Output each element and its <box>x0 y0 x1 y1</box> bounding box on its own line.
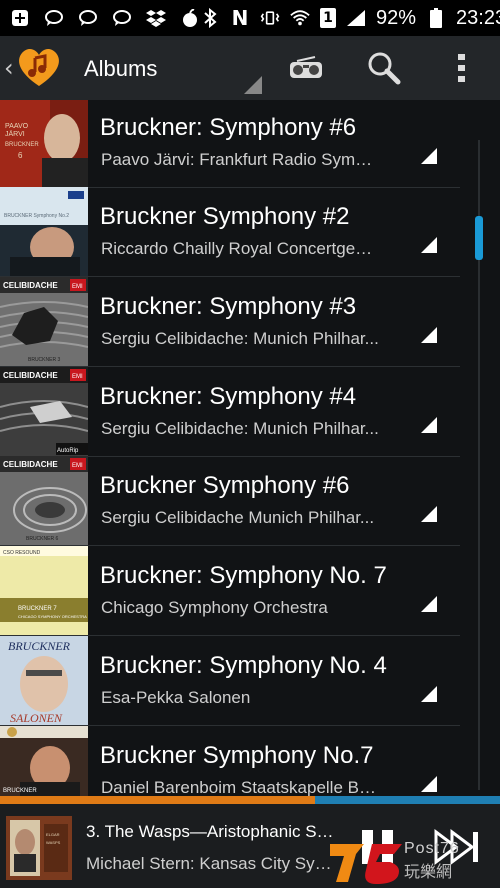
album-menu-indicator-icon[interactable] <box>421 237 437 253</box>
chat-bubble-icon <box>78 8 98 28</box>
album-row[interactable]: BRUCKNER SYMPHONY NO.7 DANIEL Bruckner S… <box>0 726 460 796</box>
album-menu-indicator-icon[interactable] <box>421 417 437 433</box>
playback-progress-fill <box>0 796 315 804</box>
album-cover: BRUCKNER SALONEN <box>0 636 88 725</box>
album-artist: Daniel Barenboim Staatskapelle Be... <box>101 778 381 796</box>
radio-icon[interactable] <box>286 48 326 88</box>
album-cover: PAAVO JÄRVI BRUCKNER 6 <box>0 100 88 187</box>
svg-text:BRUCKNER: BRUCKNER <box>3 788 37 794</box>
watermark-site-name: Post76 <box>404 840 460 857</box>
status-bar: N 1 92% 23:23 <box>0 0 500 36</box>
album-row[interactable]: BRUCKNER Symphony No.2 Bruckner Symphony… <box>0 187 460 277</box>
svg-text:AutoRip: AutoRip <box>57 448 79 454</box>
svg-text:BRUCKNER 6: BRUCKNER 6 <box>26 536 58 542</box>
album-row[interactable]: CELIBIDACHE EMI AutoRip Bruckner: Sympho… <box>0 367 460 457</box>
svg-text:WASPS: WASPS <box>46 840 61 845</box>
album-menu-indicator-icon[interactable] <box>421 506 437 522</box>
album-row[interactable]: CSO RESOUND BRUCKNER 7 CHICAGO SYMPHONY … <box>0 546 460 636</box>
add-box-icon <box>10 8 30 28</box>
chat-bubble-icon <box>112 8 132 28</box>
playback-progress-bar[interactable] <box>0 796 500 804</box>
album-menu-indicator-icon[interactable] <box>421 148 437 164</box>
album-row[interactable]: BRUCKNER SALONEN Bruckner: Symphony No. … <box>0 636 460 726</box>
bluetooth-icon <box>200 8 220 28</box>
sim-1-icon: 1 <box>320 8 336 28</box>
search-icon[interactable] <box>364 48 404 88</box>
album-row[interactable]: PAAVO JÄRVI BRUCKNER 6 Bruckner: Symphon… <box>0 100 460 188</box>
album-title: Bruckner: Symphony #4 <box>100 383 357 410</box>
now-playing-artist[interactable]: Michael Stern: Kansas City Sym... <box>86 854 336 874</box>
album-title: Bruckner Symphony #6 <box>100 472 350 499</box>
apple-icon <box>180 8 200 28</box>
action-bar: ‹ Albums <box>0 36 500 100</box>
svg-text:SALONEN: SALONEN <box>10 711 63 725</box>
battery-icon <box>426 8 446 28</box>
clock: 23:23 <box>456 6 500 29</box>
svg-text:CELIBIDACHE: CELIBIDACHE <box>3 281 58 290</box>
svg-text:BRUCKNER Symphony No.2: BRUCKNER Symphony No.2 <box>4 213 69 219</box>
spinner-indicator-icon[interactable] <box>244 76 262 99</box>
sim-label: 1 <box>323 10 333 26</box>
svg-text:BRUCKNER: BRUCKNER <box>5 142 39 148</box>
album-list[interactable]: PAAVO JÄRVI BRUCKNER 6 Bruckner: Symphon… <box>0 100 500 796</box>
album-artist: Paavo Järvi: Frankfurt Radio Symph... <box>101 150 381 169</box>
album-cover: CELIBIDACHE EMI AutoRip <box>0 367 88 456</box>
notification-icons <box>10 8 200 28</box>
svg-text:BRUCKNER 7: BRUCKNER 7 <box>18 606 57 612</box>
album-menu-indicator-icon[interactable] <box>421 596 437 612</box>
svg-text:CSO RESOUND: CSO RESOUND <box>3 550 41 556</box>
album-title: Bruckner: Symphony No. 4 <box>100 652 387 679</box>
album-row[interactable]: CELIBIDACHE EMI BRUCKNER 6 Bruckner Symp… <box>0 456 460 546</box>
album-cover: CSO RESOUND BRUCKNER 7 CHICAGO SYMPHONY … <box>0 546 88 635</box>
page-title[interactable]: Albums <box>84 56 157 82</box>
album-title: Bruckner Symphony No.7 <box>100 742 374 769</box>
svg-text:JÄRVI: JÄRVI <box>5 130 25 138</box>
album-artist: Sergiu Celibidache: Munich Philhar... <box>101 419 379 438</box>
svg-text:CHICAGO SYMPHONY ORCHESTRA: CHICAGO SYMPHONY ORCHESTRA <box>18 614 87 619</box>
now-playing-title[interactable]: 3. The Wasps—Aristophanic Sui... <box>86 822 336 842</box>
svg-text:6: 6 <box>18 151 23 160</box>
album-menu-indicator-icon[interactable] <box>421 686 437 702</box>
scrollbar-thumb[interactable] <box>475 216 483 260</box>
overflow-menu-icon[interactable] <box>442 48 482 88</box>
watermark-cjk: 玩樂網 <box>404 862 453 881</box>
album-title: Bruckner: Symphony #3 <box>100 293 357 320</box>
album-cover: CELIBIDACHE EMI BRUCKNER 3 <box>0 277 88 366</box>
chat-bubble-icon <box>44 8 64 28</box>
album-artist: Sergiu Celibidache Munich Philhar... <box>101 508 375 527</box>
svg-text:EMI: EMI <box>72 463 83 469</box>
album-title: Bruckner Symphony #2 <box>100 203 350 230</box>
album-artist: Riccardo Chailly Royal Concertgebo... <box>101 239 381 258</box>
svg-text:PAAVO: PAAVO <box>5 123 29 130</box>
wifi-icon <box>290 8 310 28</box>
nfc-label: N <box>231 6 249 30</box>
album-artist: Chicago Symphony Orchestra <box>101 598 328 617</box>
battery-percent: 92% <box>376 6 417 29</box>
album-cover: BRUCKNER Symphony No.2 <box>0 187 88 276</box>
album-menu-indicator-icon[interactable] <box>421 776 437 792</box>
svg-text:CELIBIDACHE: CELIBIDACHE <box>3 371 58 380</box>
svg-text:BRUCKNER: BRUCKNER <box>8 639 71 653</box>
back-chevron-icon[interactable]: ‹ <box>4 54 14 82</box>
signal-icon <box>346 8 366 28</box>
svg-text:CELIBIDACHE: CELIBIDACHE <box>3 460 58 469</box>
dropbox-icon <box>146 8 166 28</box>
album-artist: Esa-Pekka Salonen <box>101 688 251 707</box>
vibrate-icon <box>260 8 280 28</box>
nfc-icon: N <box>230 6 250 30</box>
svg-text:ELGAR: ELGAR <box>46 832 60 837</box>
system-icons: N 1 92% 23:23 <box>200 6 500 30</box>
album-cover: BRUCKNER SYMPHONY NO.7 DANIEL <box>0 726 88 796</box>
album-row[interactable]: CELIBIDACHE EMI BRUCKNER 3 Bruckner: Sym… <box>0 277 460 367</box>
now-playing-cover[interactable]: ELGAR WASPS <box>6 816 72 880</box>
album-menu-indicator-icon[interactable] <box>421 327 437 343</box>
album-title: Bruckner: Symphony #6 <box>100 114 357 141</box>
svg-text:EMI: EMI <box>72 284 83 290</box>
album-cover: CELIBIDACHE EMI BRUCKNER 6 <box>0 456 88 545</box>
album-artist: Sergiu Celibidache: Munich Philhar... <box>101 329 379 348</box>
svg-text:EMI: EMI <box>72 374 83 380</box>
album-title: Bruckner: Symphony No. 7 <box>100 562 387 589</box>
app-logo-icon[interactable] <box>16 46 62 88</box>
svg-text:BRUCKNER 3: BRUCKNER 3 <box>28 357 60 363</box>
